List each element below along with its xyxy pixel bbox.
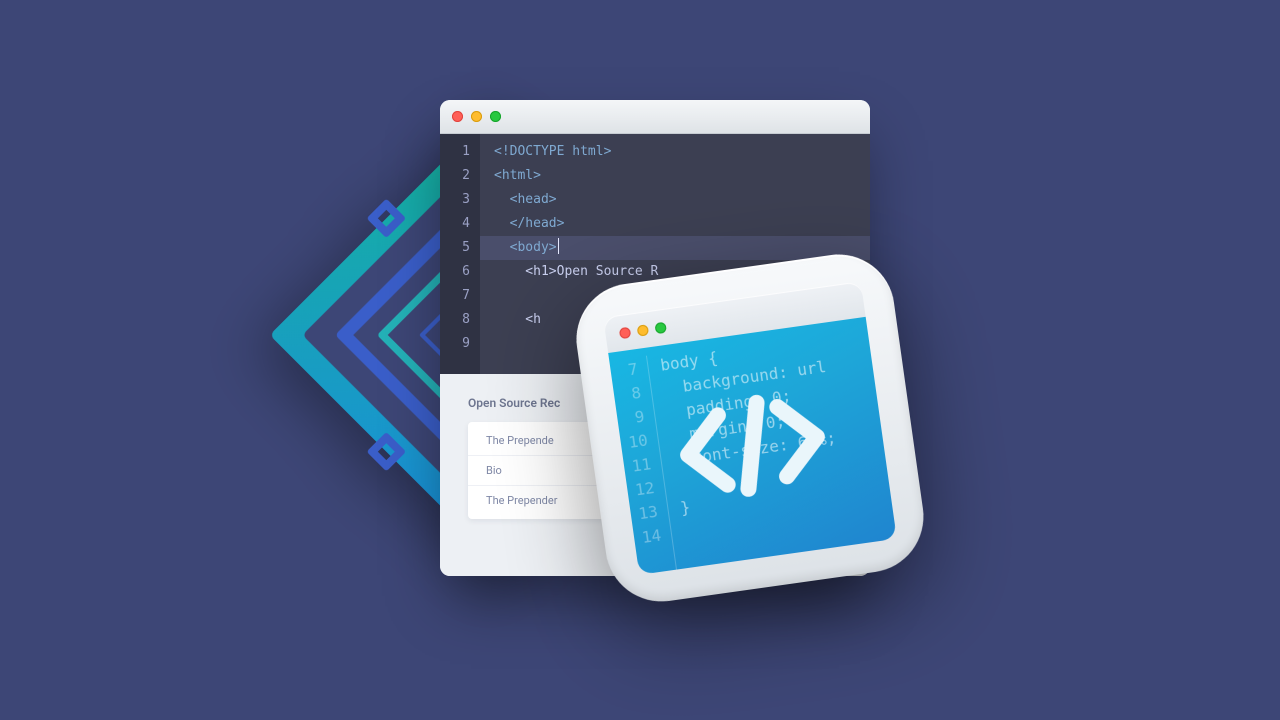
window-close-icon[interactable] — [452, 111, 463, 122]
code-line: <h — [494, 312, 541, 327]
code-line: <body> — [494, 240, 557, 255]
line-number: 3 — [440, 188, 470, 212]
window-minimize-icon — [637, 324, 649, 336]
text-cursor — [558, 238, 559, 254]
code-line: <!DOCTYPE html> — [494, 144, 611, 159]
code-line: <html> — [494, 168, 541, 183]
editor-titlebar — [440, 100, 870, 134]
window-minimize-icon[interactable] — [471, 111, 482, 122]
app-icon: 7 8 9 10 11 12 13 14 body { background: … — [569, 247, 930, 608]
window-zoom-icon — [654, 321, 666, 333]
illustration-stage: 1 2 3 4 5 6 7 8 9 <!DOCTYPE html> <html>… — [0, 0, 1280, 720]
line-number: 7 — [440, 284, 470, 308]
line-number: 5 — [440, 236, 470, 260]
line-number: 8 — [440, 308, 470, 332]
line-number-gutter: 1 2 3 4 5 6 7 8 9 — [440, 134, 480, 374]
code-line: </head> — [494, 216, 564, 231]
code-line: <h1>Open Source R — [494, 264, 658, 279]
line-number: 6 — [440, 260, 470, 284]
code-brackets-icon — [608, 317, 897, 575]
line-number: 2 — [440, 164, 470, 188]
line-number: 4 — [440, 212, 470, 236]
line-number: 9 — [440, 332, 470, 356]
code-line: <head> — [494, 192, 557, 207]
window-zoom-icon[interactable] — [490, 111, 501, 122]
window-close-icon — [619, 326, 631, 338]
line-number: 1 — [440, 140, 470, 164]
